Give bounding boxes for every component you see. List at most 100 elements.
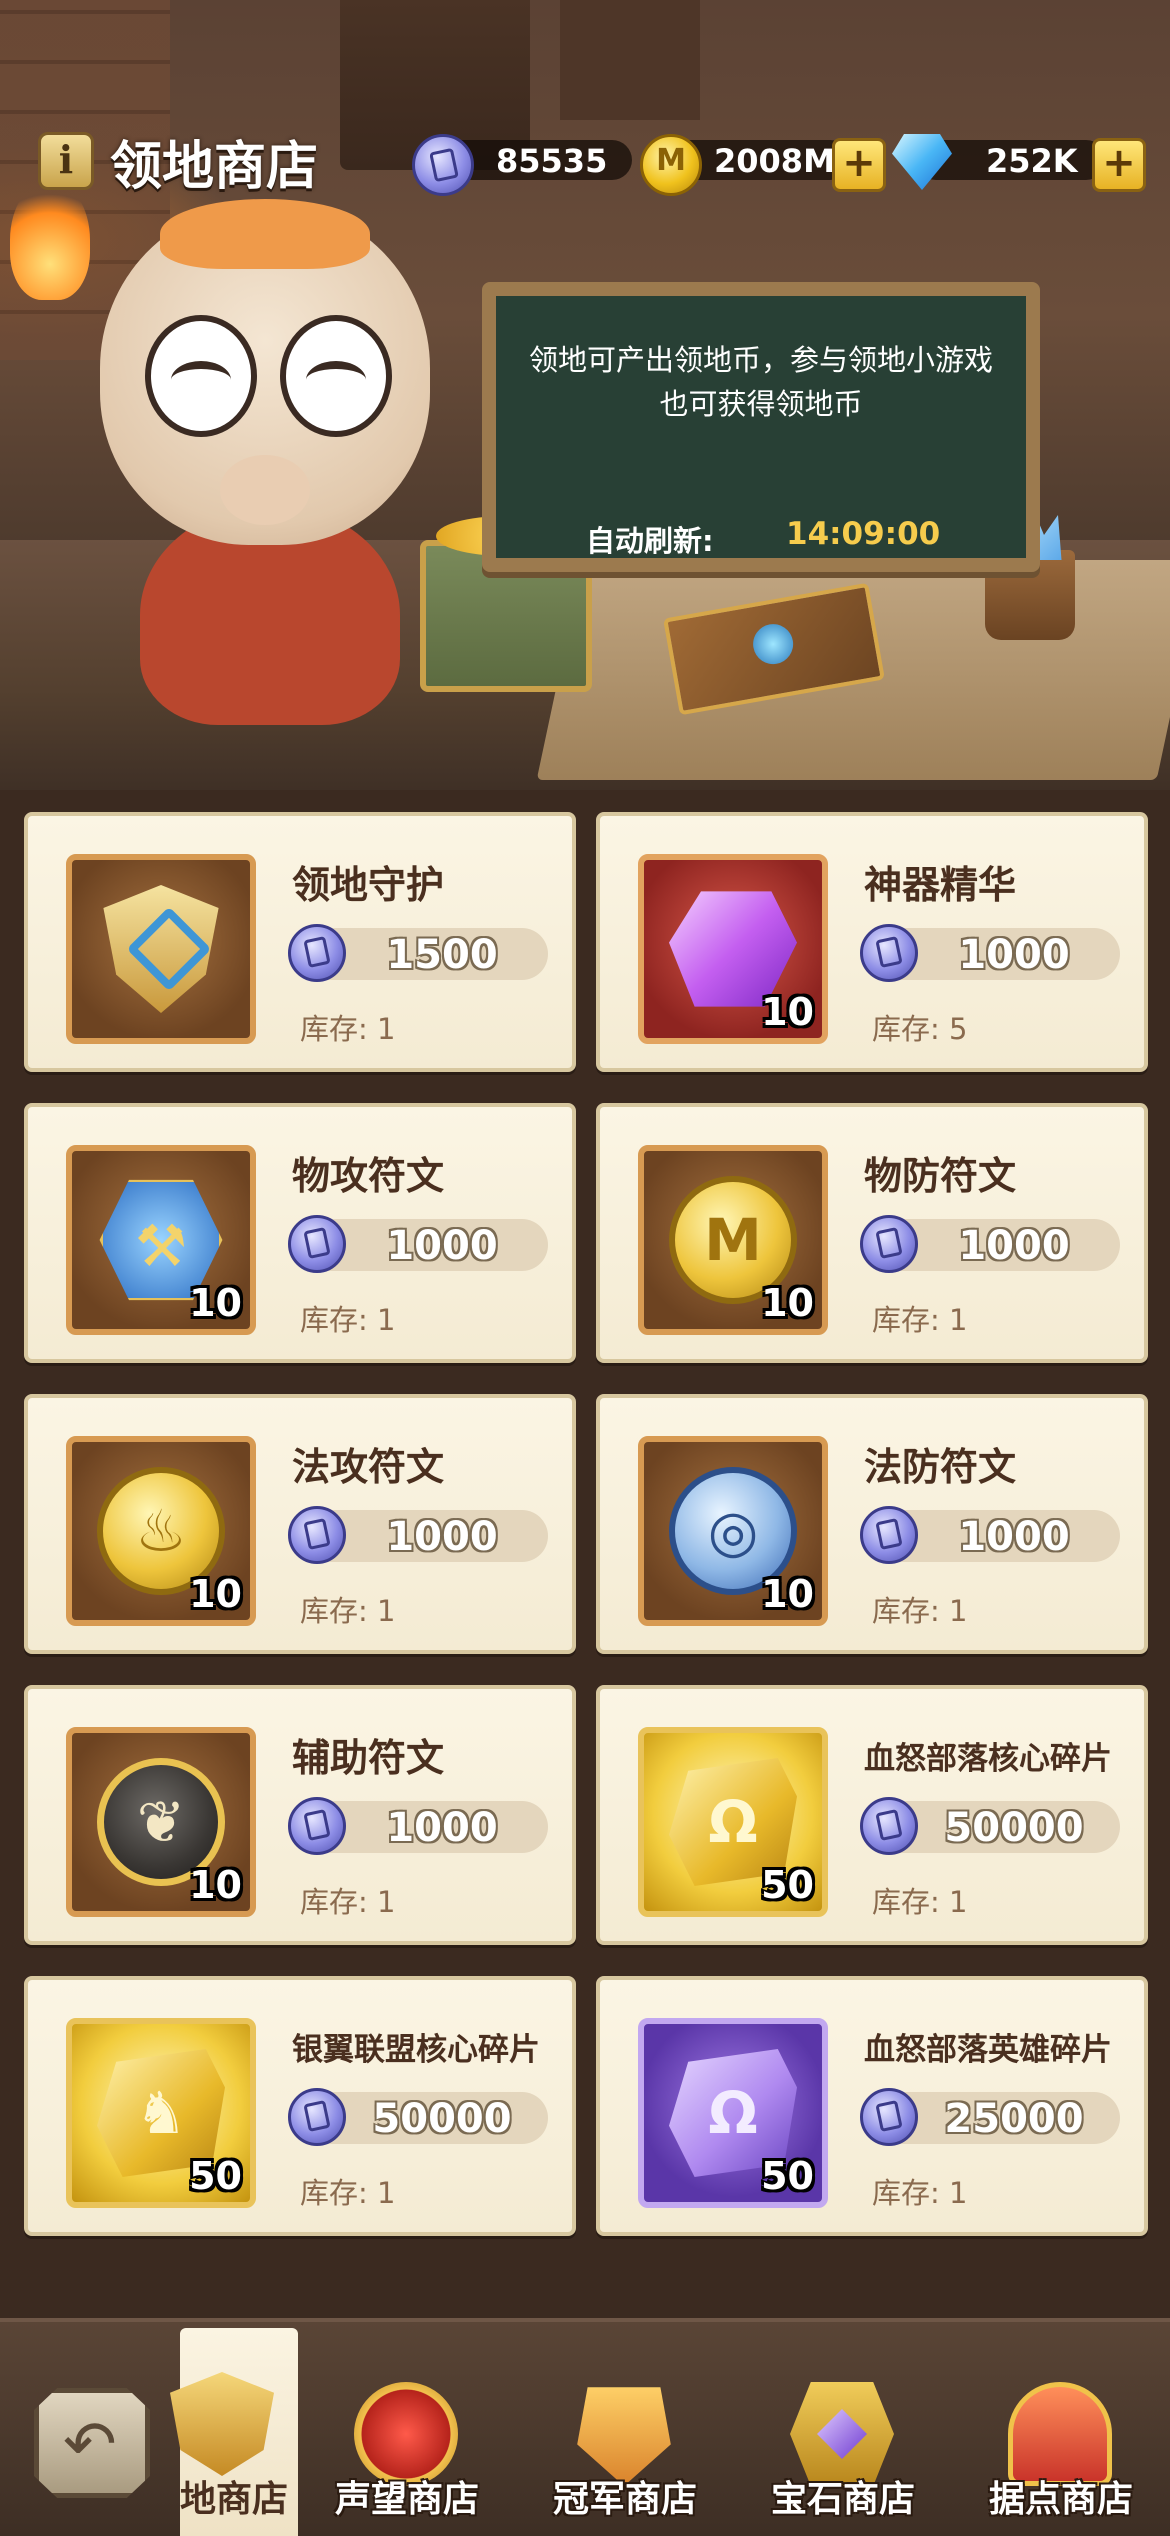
page-title: 领地商店 [110,137,319,197]
item-icon-frame: Ω 50 [638,1727,828,1917]
item-quantity: 10 [189,1572,242,1616]
item-name: 法攻符文 [292,1445,445,1489]
item-price: 1000 [860,924,1120,982]
shop-item-card[interactable]: ♨ 10 法攻符文 1000 库存: 1 [24,1394,576,1654]
tab-territory-shop[interactable]: 地商店 [170,2328,298,2536]
notice-board: 领地可产出领地币，参与领地小游戏也可获得领地币 自动刷新: 14:09:00 [482,282,1040,572]
item-stock: 库存: 1 [300,1303,396,1337]
territory-coin-icon [288,2088,346,2146]
item-quantity: 50 [761,1863,814,1907]
item-name: 物攻符文 [292,1154,445,1198]
item-price-value: 25000 [944,2096,1084,2142]
item-price-value: 1000 [958,932,1070,978]
item-price-value: 50000 [372,2096,512,2142]
item-stock: 库存: 1 [300,1594,396,1628]
item-icon-frame: ⚒ 10 [66,1145,256,1335]
shop-item-card[interactable]: ♞ 50 银翼联盟核心碎片 50000 库存: 1 [24,1976,576,2236]
shop-item-card[interactable]: Ω 50 血怒部落核心碎片 50000 库存: 1 [596,1685,1148,1945]
item-price-value: 1000 [386,1805,498,1851]
shop-item-card[interactable]: ❦ 10 辅助符文 1000 库存: 1 [24,1685,576,1945]
item-stock: 库存: 1 [300,2176,396,2210]
add-diamond-button[interactable]: + [1092,138,1146,192]
item-name: 神器精华 [864,863,1017,907]
item-icon-frame: ♨ 10 [66,1436,256,1626]
item-price-value: 1000 [386,1223,498,1269]
shop-item-card[interactable]: Ω 50 血怒部落英雄碎片 25000 库存: 1 [596,1976,1148,2236]
refresh-time: 14:09:00 [786,516,941,552]
item-name: 银翼联盟核心碎片 [292,2032,540,2068]
item-price: 25000 [860,2088,1120,2146]
item-icon-frame [66,854,256,1044]
item-stock: 库存: 1 [872,2176,968,2210]
item-price: 1000 [860,1506,1120,1564]
item-icon-frame: M 10 [638,1145,828,1335]
gold-coin-counter: 2008M + [640,134,890,196]
item-quantity: 10 [761,990,814,1034]
diamond-counter: 252K + [892,134,1152,192]
tab-label: 据点商店 [988,2479,1133,2520]
territory-coin-icon [860,924,918,982]
territory-coin-icon [860,1215,918,1273]
tab-label: 冠军商店 [552,2479,697,2520]
item-name: 血怒部落英雄碎片 [864,2032,1112,2068]
item-stock: 库存: 5 [872,1012,968,1046]
item-price-value: 1000 [386,1514,498,1560]
item-quantity: 10 [761,1572,814,1616]
territory-coin-counter: 85535 [412,134,632,196]
item-stock: 库存: 1 [872,1594,968,1628]
info-icon[interactable]: i [38,132,94,190]
territory-coin-icon [412,134,474,196]
add-gold-button[interactable]: + [832,138,886,192]
item-quantity: 10 [189,1863,242,1907]
back-button[interactable]: ↶ [34,2388,150,2498]
shop-item-card[interactable]: ⚒ 10 物攻符文 1000 库存: 1 [24,1103,576,1363]
territory-coin-icon [288,1797,346,1855]
territory-coin-icon [288,1215,346,1273]
shop-item-card[interactable]: M 10 物防符文 1000 库存: 1 [596,1103,1148,1363]
item-name: 领地守护 [292,863,445,907]
item-price: 1000 [288,1215,548,1273]
item-quantity: 50 [189,2154,242,2198]
item-stock: 库存: 1 [300,1885,396,1919]
territory-coin-icon [288,924,346,982]
item-price-value: 50000 [944,1805,1084,1851]
item-name: 物防符文 [864,1154,1017,1198]
shopkeeper-character [60,199,480,725]
territory-coin-icon [860,1797,918,1855]
tab-reputation-shop[interactable]: 声望商店 [312,2358,502,2536]
notice-description: 领地可产出领地币，参与领地小游戏也可获得领地币 [528,343,993,421]
tab-label: 声望商店 [334,2479,479,2520]
gold-coin-icon [640,134,702,196]
tab-champion-shop[interactable]: 冠军商店 [530,2358,720,2536]
item-stock: 库存: 1 [300,1012,396,1046]
bottom-nav: ↶ 地商店 声望商店 冠军商店 宝石商店 据点商店 [0,2318,1170,2536]
item-icon-frame: ❦ 10 [66,1727,256,1917]
item-name: 血怒部落核心碎片 [864,1741,1112,1777]
territory-coin-icon [288,1506,346,1564]
item-name: 法防符文 [864,1445,1017,1489]
item-price-value: 1000 [958,1223,1070,1269]
background-beam [560,0,700,120]
shop-item-card[interactable]: 领地守护 1500 库存: 1 [24,812,576,1072]
item-icon-frame: 10 [638,854,828,1044]
item-price: 50000 [288,2088,548,2146]
shop-item-card[interactable]: 10 神器精华 1000 库存: 5 [596,812,1148,1072]
diamond-value: 252K [986,142,1078,180]
item-quantity: 50 [761,2154,814,2198]
gold-coin-value: 2008M [714,142,835,180]
tab-label: 地商店 [180,2479,289,2520]
item-quantity: 10 [189,1281,242,1325]
item-stock: 库存: 1 [872,1885,968,1919]
tab-gem-shop[interactable]: 宝石商店 [748,2358,938,2536]
diamond-icon [892,134,952,190]
territory-shop-badge-icon [170,2372,274,2476]
territory-guard-shield-icon [103,885,219,1013]
tab-stronghold-shop[interactable]: 据点商店 [966,2358,1156,2536]
item-price: 50000 [860,1797,1120,1855]
item-icon-frame: Ω 50 [638,2018,828,2208]
item-quantity: 10 [761,1281,814,1325]
territory-coin-value: 85535 [496,142,608,180]
back-arrow-icon: ↶ [63,2408,117,2482]
item-price: 1500 [288,924,548,982]
shop-item-card[interactable]: ◎ 10 法防符文 1000 库存: 1 [596,1394,1148,1654]
